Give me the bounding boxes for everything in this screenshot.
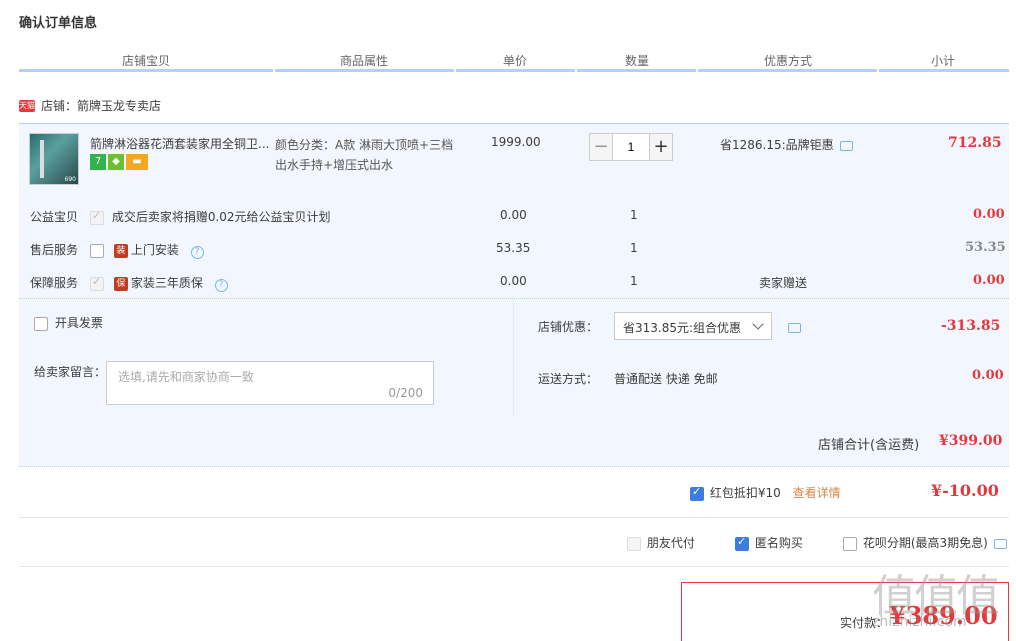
memo-placeholder: 选填,请先和商家协商一致 <box>118 370 254 384</box>
charity-subtotal: 0.00 <box>973 207 1005 222</box>
quantity-input[interactable] <box>613 133 649 161</box>
col-quantity: 数量 <box>625 54 650 68</box>
install-subtotal: 53.35 <box>965 240 1006 255</box>
increase-button[interactable]: + <box>649 133 673 161</box>
discount-info: 省1286.15:品牌钜惠 <box>720 136 853 153</box>
seven-day-return-icon: 7 <box>90 154 106 170</box>
tmall-icon: 天猫 <box>19 99 35 112</box>
col-attributes: 商品属性 <box>340 54 389 68</box>
shipping-value: 普通配送 快递 免邮 <box>614 372 718 386</box>
invoice-option[interactable]: 开具发票 <box>34 314 103 331</box>
install-price: 53.35 <box>496 241 531 255</box>
warranty-option: 保家装三年质保 ? <box>90 274 228 292</box>
warranty-subtotal: 0.00 <box>973 273 1005 288</box>
friend-pay-option: 朋友代付 <box>627 534 695 551</box>
warranty-note: 卖家赠送 <box>759 276 808 290</box>
service-label-warranty: 保障服务 <box>30 276 79 290</box>
invoice-label: 开具发票 <box>54 316 103 330</box>
charity-option: 成交后卖家将捐赠0.02元给公益宝贝计划 <box>90 208 331 225</box>
install-option[interactable]: 装上门安装 ? <box>90 241 204 259</box>
help-icon[interactable]: ? <box>190 246 204 259</box>
shop-discount-value: 省313.85元:组合优惠 <box>623 321 742 335</box>
installment-label: 花呗分期(最高3期免息) <box>862 536 988 550</box>
shop-discount-select[interactable]: 省313.85元:组合优惠 <box>614 312 772 340</box>
friend-pay-checkbox <box>627 536 641 551</box>
red-packet-checkbox[interactable] <box>690 485 704 501</box>
divider <box>19 566 1009 567</box>
install-icon: 装 <box>113 243 128 258</box>
charity-checkbox <box>90 209 104 225</box>
col-subtotal: 小计 <box>931 54 956 68</box>
product-name[interactable]: 箭牌淋浴器花洒套装家用全铜卫... <box>90 135 270 152</box>
service-label-aftersale: 售后服务 <box>30 243 79 257</box>
divider <box>19 517 1009 518</box>
column-header: 店铺宝贝 商品属性 单价 数量 优惠方式 小计 <box>19 47 1009 72</box>
quantity-stepper[interactable]: − + <box>589 133 673 161</box>
red-packet-amount: ¥-10.00 <box>931 481 999 500</box>
item-subtotal: 712.85 <box>948 135 1002 151</box>
warranty-qty: 1 <box>630 274 638 288</box>
product-attributes: 颜色分类：A款 淋雨大顶喷+三档出水手持+增压式出水 <box>275 138 454 172</box>
warranty-icon: 保 <box>113 276 128 291</box>
shop-total-amount: ¥399.00 <box>939 433 1003 449</box>
decrease-button[interactable]: − <box>589 133 613 161</box>
warranty-price: 0.00 <box>500 274 527 288</box>
install-qty: 1 <box>630 241 638 255</box>
warranty-desc: 家装三年质保 <box>130 276 203 290</box>
help-icon[interactable]: ? <box>214 279 228 292</box>
col-shop-item: 店铺宝贝 <box>122 54 171 68</box>
installment-option[interactable]: 花呗分期(最高3期免息) <box>843 534 1007 551</box>
friend-pay-label: 朋友代付 <box>646 536 695 550</box>
shop-name[interactable]: 店铺：箭牌玉龙专卖店 <box>41 97 161 114</box>
memo-counter: 0/200 <box>388 386 423 400</box>
chat-icon[interactable] <box>839 140 853 151</box>
col-discount: 优惠方式 <box>764 54 813 68</box>
red-packet-option[interactable]: 红包抵扣¥10 查看详情 <box>690 484 841 501</box>
shop-total-label: 店铺合计(含运费) <box>818 438 920 453</box>
watermark-url: zhizhizhi.com <box>872 614 967 630</box>
chat-icon[interactable] <box>788 322 801 333</box>
install-desc: 上门安装 <box>130 243 179 257</box>
red-packet-label: 红包抵扣¥10 <box>709 486 781 500</box>
shipping-label: 运送方式： <box>538 372 599 386</box>
page-title: 确认订单信息 <box>19 16 98 31</box>
service-label-charity: 公益宝贝 <box>30 210 79 224</box>
charity-desc: 成交后卖家将捐赠0.02元给公益宝贝计划 <box>111 210 331 224</box>
credit-card-icon: ▬ <box>126 154 148 170</box>
header-underline <box>19 69 1009 72</box>
product-thumbnail[interactable]: 690 <box>29 133 79 185</box>
unit-price: 1999.00 <box>491 135 541 149</box>
installment-checkbox[interactable] <box>843 536 857 551</box>
anonymous-label: 匿名购买 <box>754 536 803 550</box>
memo-field[interactable]: 选填,请先和商家协商一致 0/200 <box>106 361 434 405</box>
warranty-checkbox <box>90 275 104 291</box>
install-checkbox[interactable] <box>90 243 104 258</box>
invoice-checkbox[interactable] <box>34 316 48 331</box>
red-packet-details-link[interactable]: 查看详情 <box>793 486 841 500</box>
anonymous-checkbox[interactable] <box>735 535 749 551</box>
charity-qty: 1 <box>630 208 638 222</box>
shop-discount-amount: -313.85 <box>941 318 1001 334</box>
col-price: 单价 <box>503 54 528 68</box>
memo-label: 给卖家留言： <box>34 365 107 379</box>
certified-icon: ◆ <box>108 154 124 170</box>
anonymous-option[interactable]: 匿名购买 <box>735 534 803 551</box>
charity-price: 0.00 <box>500 208 527 222</box>
shop-discount-label: 店铺优惠： <box>538 320 599 334</box>
shop-row: 天猫 店铺：箭牌玉龙专卖店 <box>19 97 161 114</box>
shipping-amount: 0.00 <box>972 368 1004 383</box>
discount-text: 省1286.15:品牌钜惠 <box>720 138 834 152</box>
product-badges: 7 ◆ ▬ <box>90 154 148 170</box>
chat-icon[interactable] <box>993 538 1007 549</box>
